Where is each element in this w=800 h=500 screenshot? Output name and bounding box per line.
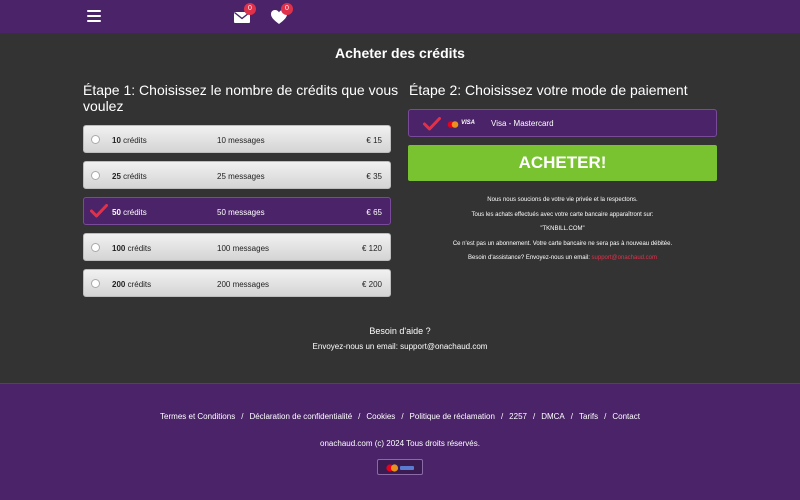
favorites-count-badge: 0 (281, 3, 293, 15)
footer-link[interactable]: Politique de réclamation (410, 412, 495, 421)
info-assistance: Besoin d'assistance? Envoyez-nous un ema… (408, 251, 717, 266)
option-credits: 100 crédits (112, 244, 152, 253)
option-price: € 65 (366, 208, 382, 217)
footer-separator: / (532, 412, 536, 421)
credit-option-10[interactable]: 10 crédits 10 messages € 15 (83, 125, 391, 153)
footer-separator: / (401, 412, 404, 421)
step2-title: Étape 2: Choisissez votre mode de paieme… (409, 82, 688, 98)
copyright: onachaud.com (c) 2024 Tous droits réserv… (320, 439, 480, 448)
option-credits: 10 crédits (112, 136, 147, 145)
help-title: Besoin d'aide ? (369, 326, 431, 336)
info-assistance-text: Besoin d'assistance? Envoyez-nous un ema… (467, 255, 590, 261)
help-section: Besoin d'aide ? Envoyez-nous un email: s… (0, 326, 800, 351)
support-email-link[interactable]: support@onachaud.com (592, 255, 657, 261)
info-no-subscription: Ce n'est pas un abonnement. Votre carte … (452, 240, 673, 247)
credit-option-100[interactable]: 100 crédits 100 messages € 120 (83, 233, 391, 261)
hamburger-menu-icon[interactable] (87, 10, 101, 22)
messages-count-badge: 0 (244, 3, 256, 15)
option-price: € 120 (361, 244, 382, 253)
credit-option-200[interactable]: 200 crédits 200 messages € 200 (83, 269, 391, 297)
footer-separator: / (358, 412, 361, 421)
checkmark-icon (423, 117, 441, 131)
favorites-button[interactable]: 0 (270, 3, 293, 25)
page-title: Acheter des crédits (335, 45, 465, 61)
info-privacy: Nous nous soucions de votre vie privée e… (487, 197, 638, 203)
option-credits: 25 crédits (112, 172, 147, 181)
option-messages: 200 messages (217, 280, 270, 289)
option-messages: 50 messages (217, 208, 265, 217)
footer-link[interactable]: DMCA (541, 412, 565, 421)
option-credits: 200 crédits (112, 280, 152, 289)
footer-link[interactable]: Déclaration de confidentialité (249, 412, 352, 421)
footer-link[interactable]: Termes et Conditions (160, 412, 235, 421)
footer-separator: / (500, 412, 504, 421)
checkmark-icon (90, 204, 108, 218)
option-price: € 35 (366, 172, 382, 181)
info-billing-name: "TKNBILL.COM" (540, 226, 585, 232)
help-email-line: Envoyez-nous un email: support@onachaud.… (312, 342, 488, 351)
footer-separator: / (604, 412, 607, 421)
radio-button[interactable] (91, 243, 100, 252)
option-price: € 15 (366, 136, 382, 145)
footer-link[interactable]: 2257 (509, 412, 527, 421)
radio-button[interactable] (91, 171, 100, 180)
footer: Termes et Conditions / Déclaration de conf… (0, 383, 800, 500)
payment-method-label: Visa - Mastercard (491, 119, 554, 128)
option-messages: 100 messages (217, 244, 270, 253)
footer-separator: / (570, 412, 573, 421)
option-messages: 25 messages (217, 172, 265, 181)
mastercard-icon (447, 121, 459, 128)
footer-link[interactable]: Tarifs (579, 412, 598, 421)
option-messages: 10 messages (217, 136, 265, 145)
radio-button[interactable] (91, 135, 100, 144)
footer-link[interactable]: Cookies (366, 412, 395, 421)
footer-links: Termes et Conditions / Déclaration de conf… (0, 412, 800, 421)
payment-info: Nous nous soucions de votre vie privée e… (408, 193, 717, 266)
credit-option-50[interactable]: 50 crédits 50 messages € 65 (83, 197, 391, 225)
mastercard-icon (386, 464, 414, 472)
messages-button[interactable]: 0 (233, 3, 256, 25)
payment-method-visa-mastercard[interactable]: VISA Visa - Mastercard (408, 109, 717, 137)
option-price: € 200 (361, 280, 382, 289)
footer-separator: / (241, 412, 244, 421)
step1-title: Étape 1: Choisissez le nombre de crédits… (83, 82, 399, 114)
payment-logo (377, 459, 423, 475)
info-statement: Tous les achats effectués avec votre car… (471, 211, 654, 218)
credit-option-25[interactable]: 25 crédits 25 messages € 35 (83, 161, 391, 189)
buy-button[interactable]: ACHETER! (408, 145, 717, 181)
footer-link[interactable]: Contact (612, 412, 640, 421)
top-navigation-bar: 0 0 (0, 0, 800, 33)
option-credits: 50 crédits (112, 208, 147, 217)
visa-logo: VISA (461, 120, 476, 126)
radio-button[interactable] (91, 279, 100, 288)
